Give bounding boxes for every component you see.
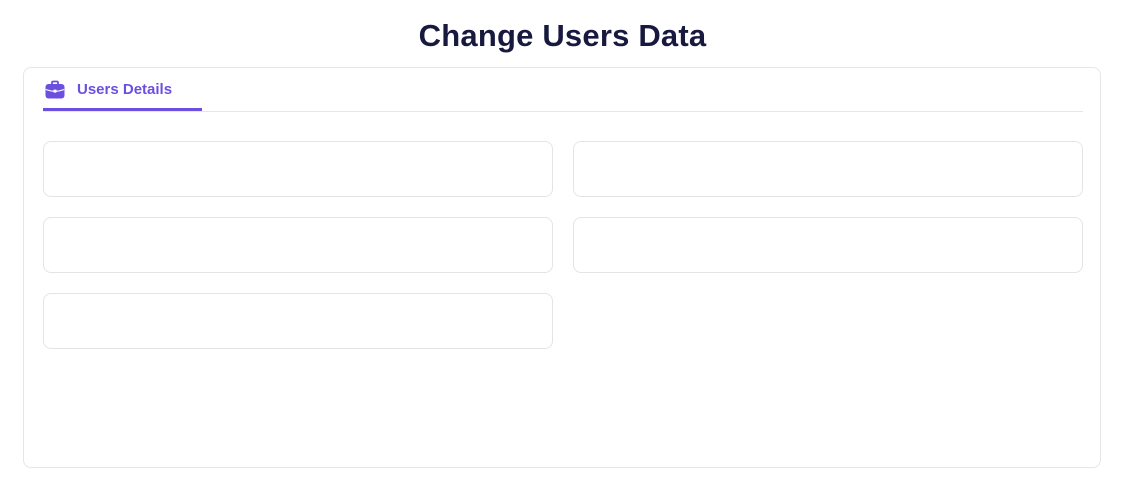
user-details-card: Users Details [23,67,1101,468]
briefcase-icon [45,80,65,99]
tab-label: Users Details [77,81,173,98]
user-field-2[interactable] [573,141,1083,197]
tab-bar: Users Details [43,68,1083,112]
tab-users-details[interactable]: Users Details [43,68,202,111]
user-field-4[interactable] [573,217,1083,273]
page-title: Change Users Data [418,18,707,53]
user-field-1[interactable] [43,141,553,197]
user-field-3[interactable] [43,217,553,273]
user-field-5[interactable] [43,293,553,349]
